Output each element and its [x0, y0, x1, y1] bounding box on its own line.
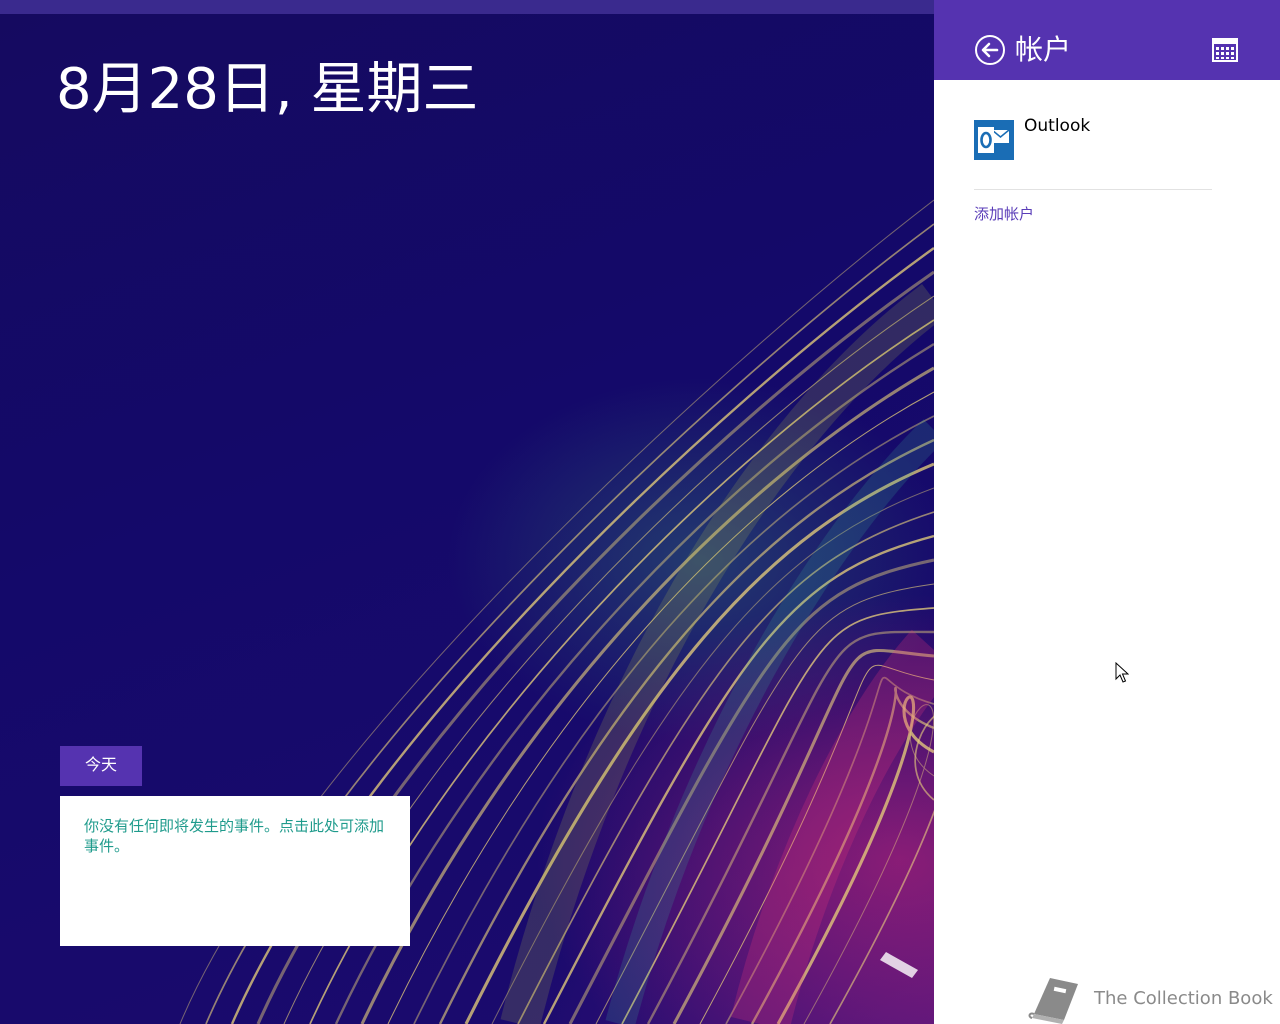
divider — [974, 189, 1212, 190]
account-item-outlook[interactable]: Outlook — [974, 112, 1214, 164]
calendar-grid-icon — [1212, 38, 1238, 62]
calendar-background: 8月28日, 星期三 今天 你没有任何即将发生的事件。点击此处可添加事件。 — [0, 0, 934, 1024]
outlook-icon — [974, 120, 1014, 160]
accounts-settings-panel: 帐户 Outlook 添加帐户 — [934, 0, 1280, 1024]
panel-title: 帐户 — [1015, 33, 1072, 66]
calendar-app-window: 8月28日, 星期三 今天 你没有任何即将发生的事件。点击此处可添加事件。 帐户 — [0, 0, 1280, 1024]
today-button[interactable]: 今天 — [60, 746, 142, 786]
mouse-pointer-icon — [1115, 662, 1129, 683]
watermark-text: The Collection Book — [1094, 988, 1273, 1009]
top-strip — [0, 0, 934, 14]
date-heading: 8月28日, 星期三 — [56, 57, 479, 122]
no-events-message[interactable]: 你没有任何即将发生的事件。点击此处可添加事件。 — [84, 816, 388, 856]
upcoming-events-card[interactable]: 你没有任何即将发生的事件。点击此处可添加事件。 — [60, 796, 410, 946]
back-arrow-circle-icon[interactable] — [974, 34, 1006, 66]
watermark: The Collection Book — [1026, 974, 1276, 1024]
panel-header: 帐户 — [934, 0, 1280, 80]
book-icon — [1028, 978, 1078, 1024]
add-account-link[interactable]: 添加帐户 — [974, 204, 1034, 224]
account-name: Outlook — [1024, 116, 1091, 136]
